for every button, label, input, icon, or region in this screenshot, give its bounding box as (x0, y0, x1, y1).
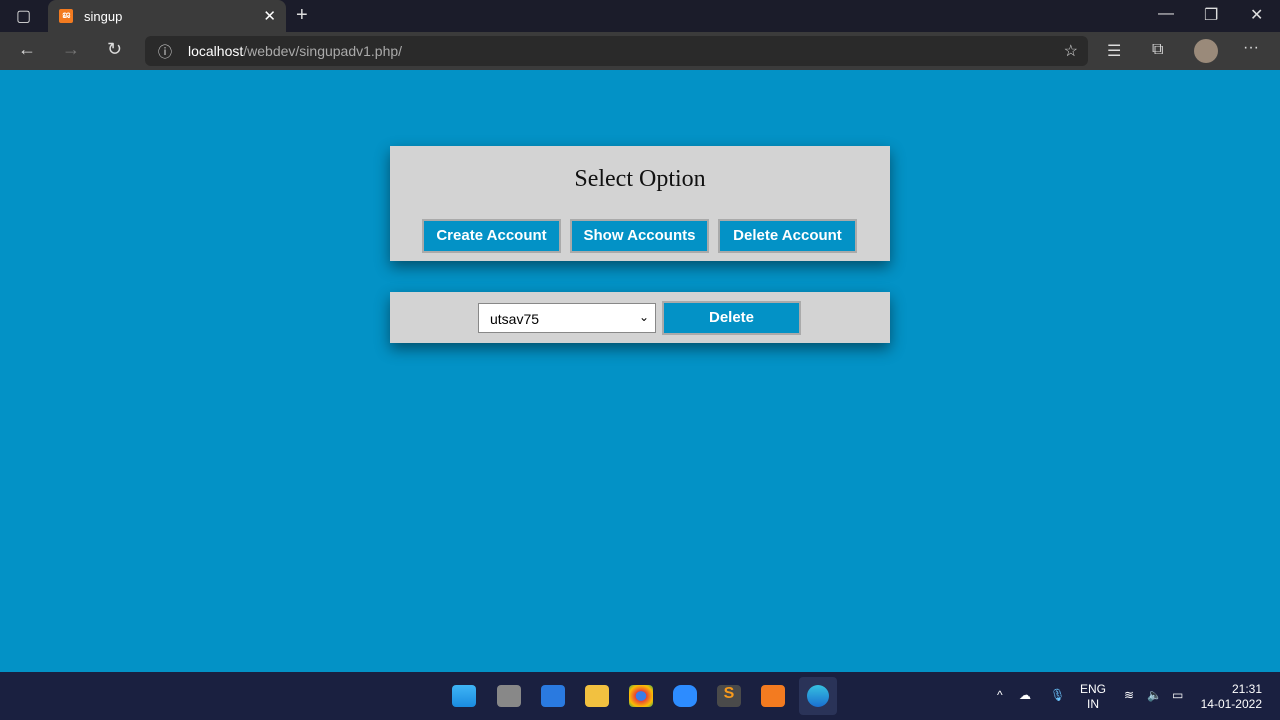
show-hidden-icons[interactable]: ^ (997, 688, 1003, 703)
zoom-icon[interactable] (673, 685, 697, 707)
add-favorite-icon[interactable]: ☆ (1064, 41, 1078, 61)
panel-title: Select Option (574, 166, 706, 192)
address-bar[interactable]: ⓘ localhost/webdev/singupadv1.php/ ☆ (145, 36, 1088, 66)
delete-button[interactable]: Delete (662, 301, 801, 335)
region-text: IN (1087, 697, 1099, 711)
close-tab-icon[interactable]: ✕ (263, 7, 276, 25)
chevron-down-icon: ⌄ (638, 310, 649, 324)
edge-icon (807, 685, 829, 707)
browser-toolbar: ← → ↻ ⓘ localhost/webdev/singupadv1.php/… (0, 32, 1280, 70)
url-text: localhost/webdev/singupadv1.php/ (188, 43, 402, 59)
file-explorer-icon[interactable] (585, 685, 609, 707)
collections-icon[interactable]: ⧉ (1152, 41, 1163, 59)
wifi-icon[interactable]: ≋ (1124, 688, 1134, 703)
sublime-text-icon[interactable]: S (717, 685, 741, 707)
favorites-icon[interactable]: ☰ (1107, 41, 1121, 61)
volume-icon[interactable]: 🔈 (1147, 688, 1162, 703)
time-text: 21:31 (1231, 682, 1262, 696)
edge-icon-active[interactable] (799, 677, 837, 715)
delete-form-panel: utsav75 ⌄ Delete (390, 292, 890, 343)
url-host: localhost (188, 43, 244, 59)
xampp-favicon-icon: ജ (59, 9, 73, 23)
browser-tab[interactable]: ജ singup ✕ (48, 0, 286, 32)
widgets-icon[interactable] (541, 685, 565, 707)
minimize-icon[interactable]: — (1158, 5, 1174, 23)
selected-account: utsav75 (490, 311, 540, 327)
onedrive-icon[interactable]: ☁ (1019, 688, 1031, 703)
language-indicator[interactable]: ENG IN (1080, 682, 1106, 712)
close-window-icon[interactable]: ✕ (1250, 5, 1263, 25)
restore-icon[interactable]: ❐ (1204, 5, 1218, 25)
clock[interactable]: 21:31 14-01-2022 (1200, 682, 1262, 712)
refresh-icon[interactable]: ↻ (107, 39, 122, 60)
select-option-panel: Select Option Create Account Show Accoun… (390, 146, 890, 261)
start-icon[interactable] (452, 685, 476, 707)
url-path: /webdev/singupadv1.php/ (243, 43, 403, 59)
delete-account-button[interactable]: Delete Account (718, 219, 857, 253)
browser-titlebar: ▢ ജ singup ✕ + — ❐ ✕ (0, 0, 1280, 32)
forward-icon[interactable]: → (62, 39, 80, 60)
lang-text: ENG (1080, 682, 1107, 696)
tab-actions-icon[interactable]: ▢ (16, 6, 31, 26)
info-icon[interactable]: ⓘ (158, 42, 172, 62)
tab-title: singup (84, 9, 123, 24)
create-account-button[interactable]: Create Account (422, 219, 561, 253)
profile-avatar[interactable] (1194, 39, 1218, 63)
task-view-icon[interactable] (497, 685, 521, 707)
date-text: 14-01-2022 (1200, 697, 1262, 711)
battery-icon[interactable]: ▭ (1172, 688, 1183, 703)
back-icon[interactable]: ← (18, 39, 36, 60)
taskbar: S ^ ☁ 🎙 ENG IN ≋ 🔈 ▭ 21:31 14-01-2022 (0, 672, 1280, 720)
microphone-icon[interactable]: 🎙 (1050, 688, 1065, 703)
chrome-icon[interactable] (629, 685, 653, 707)
more-icon[interactable]: ··· (1243, 39, 1259, 57)
new-tab-icon[interactable]: + (296, 4, 308, 27)
account-select[interactable]: utsav75 ⌄ (478, 303, 656, 333)
xampp-icon[interactable] (761, 685, 785, 707)
show-accounts-button[interactable]: Show Accounts (570, 219, 709, 253)
